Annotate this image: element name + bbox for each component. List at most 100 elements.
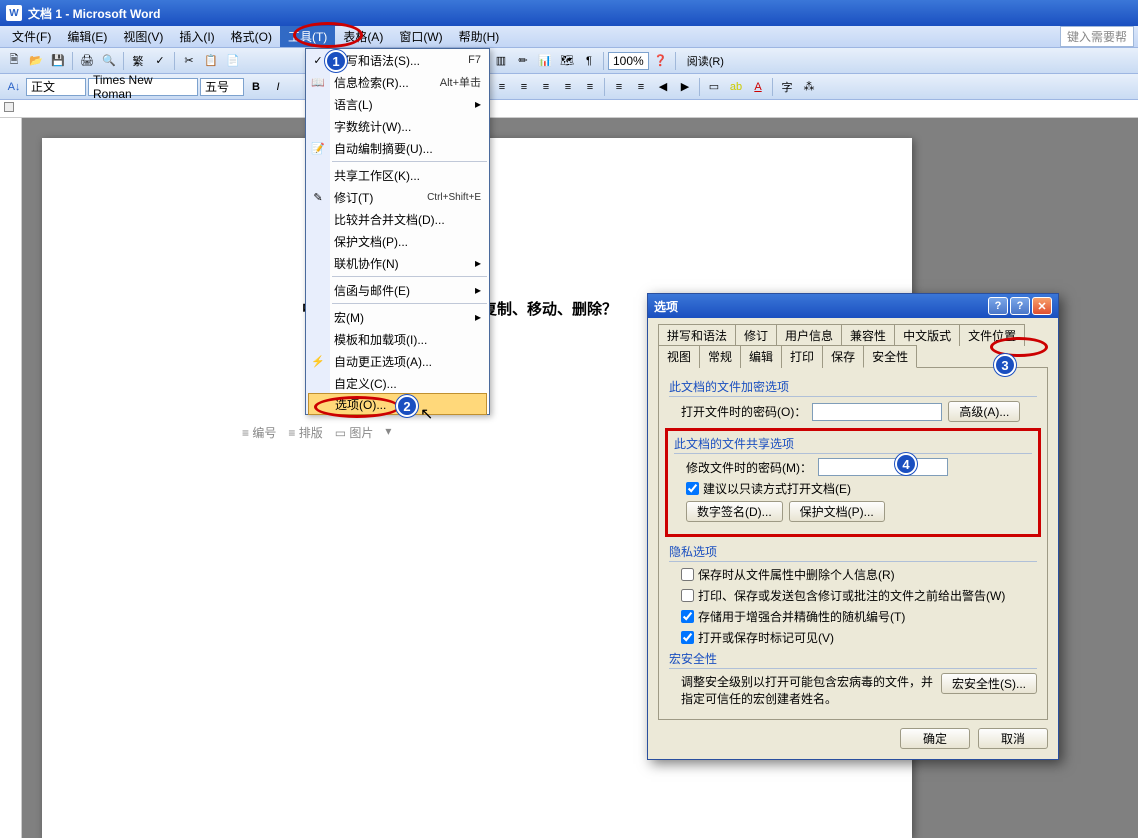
priv-random-checkbox[interactable]: 存储用于增强合并精确性的随机编号(T) [681,608,905,625]
menu-insert[interactable]: 插入(I) [171,26,222,47]
viewbar-picture[interactable]: ▭ 图片 [335,424,374,441]
dd-wordcount[interactable]: 字数统计(W)... [306,115,489,137]
highlight-icon[interactable]: ab [726,77,746,97]
advanced-button[interactable]: 高级(A)... [948,401,1020,422]
menu-edit[interactable]: 编辑(E) [59,26,115,47]
help2-button-icon[interactable]: ? [1010,297,1030,315]
tab-fileloc[interactable]: 文件位置 [959,324,1025,346]
dialog-title-bar[interactable]: 选项 ? ? ✕ [648,294,1058,318]
help-button-icon[interactable]: ? [988,297,1008,315]
save-icon[interactable]: 💾 [48,51,68,71]
outdent-icon[interactable]: ◀ [653,77,673,97]
map-icon[interactable]: 🗺 [557,51,577,71]
priv-visible-checkbox[interactable]: 打开或保存时标记可见(V) [681,629,834,646]
dd-autocorrect[interactable]: ⚡自动更正选项(A)... [306,350,489,372]
dd-autosummarize[interactable]: 📝自动编制摘要(U)... [306,137,489,159]
tab-compat[interactable]: 兼容性 [841,324,895,346]
macro-security-button[interactable]: 宏安全性(S)... [941,673,1037,694]
print-icon[interactable]: 🖨 [77,51,97,71]
dd-letters-mail[interactable]: 信函与邮件(E)▸ [306,279,489,301]
dd-track-changes[interactable]: ✎修订(T)Ctrl+Shift+E [306,186,489,208]
menu-file[interactable]: 文件(F) [4,26,59,47]
menu-format[interactable]: 格式(O) [223,26,280,47]
tab-general[interactable]: 常规 [699,345,741,368]
viewbar-number[interactable]: ≡ 编号 [242,424,276,441]
priv-remove-info-checkbox[interactable]: 保存时从文件属性中删除个人信息(R) [681,566,895,583]
help-icon[interactable]: ❓ [651,51,671,71]
menu-help[interactable]: 帮助(H) [451,26,508,47]
dd-customize[interactable]: 自定义(C)... [306,372,489,394]
menu-view[interactable]: 视图(V) [115,26,171,47]
copy-icon[interactable]: 📋 [201,51,221,71]
paste-icon[interactable]: 📄 [223,51,243,71]
ok-button[interactable]: 确定 [900,728,970,749]
modify-password-label: 修改文件时的密码(M)： [686,459,812,476]
format-style-icon[interactable]: A↓ [4,77,24,97]
traditional-icon[interactable]: 繁 [128,51,148,71]
menu-window[interactable]: 窗口(W) [391,26,450,47]
dd-online-collab[interactable]: 联机协作(N)▸ [306,252,489,274]
modify-password-input[interactable] [818,458,948,476]
preview-icon[interactable]: 🔍 [99,51,119,71]
bullet-list-icon[interactable]: ≡ [631,77,651,97]
dd-compare[interactable]: 比较并合并文档(D)... [306,208,489,230]
new-icon[interactable]: 🗎 [4,51,24,71]
numbered-list-icon[interactable]: ≡ [609,77,629,97]
dd-templates[interactable]: 模板和加载项(I)... [306,328,489,350]
annotation-number-2: 2 [396,395,418,417]
align-right-icon[interactable]: ≡ [536,77,556,97]
zoom-combo[interactable]: 100% [608,52,649,70]
dd-language[interactable]: 语言(L)▸ [306,93,489,115]
tab-cjk[interactable]: 中文版式 [894,324,960,346]
distributed-icon[interactable]: ≡ [580,77,600,97]
font-combo[interactable]: Times New Roman [88,78,198,96]
readonly-checkbox[interactable]: 建议以只读方式打开文档(E) [686,480,851,497]
open-icon[interactable]: 📂 [26,51,46,71]
cut-icon[interactable]: ✂ [179,51,199,71]
viewbar-dropdown-icon[interactable]: ▾ [385,424,391,441]
tab-save[interactable]: 保存 [822,345,864,368]
help-search[interactable]: 键入需要帮 [1060,26,1134,47]
tab-edit[interactable]: 编辑 [740,345,782,368]
style-combo[interactable]: 正文 [26,78,86,96]
cancel-button[interactable]: 取消 [978,728,1048,749]
bold-icon[interactable]: B [246,77,266,97]
size-combo[interactable]: 五号 [200,78,244,96]
dd-macro[interactable]: 宏(M)▸ [306,306,489,328]
dd-research[interactable]: 📖信息检索(R)...Alt+单击 [306,71,489,93]
phonetic-icon[interactable]: ⁂ [799,77,819,97]
tab-userinfo[interactable]: 用户信息 [776,324,842,346]
tab-print[interactable]: 打印 [781,345,823,368]
italic-icon[interactable]: I [268,77,288,97]
digital-signature-button[interactable]: 数字签名(D)... [686,501,783,522]
menu-table[interactable]: 表格(A) [335,26,391,47]
dd-shared-workspace[interactable]: 共享工作区(K)... [306,164,489,186]
tab-security[interactable]: 安全性 [863,345,917,368]
read-button[interactable]: 阅读(R) [680,51,731,71]
separator [772,78,773,96]
para-icon[interactable]: ¶ [579,51,599,71]
columns-icon[interactable]: ▥ [491,51,511,71]
tab-view[interactable]: 视图 [658,345,700,368]
asian-layout-icon[interactable]: 字 [777,77,797,97]
border-icon[interactable]: ▭ [704,77,724,97]
indent-icon[interactable]: ▶ [675,77,695,97]
tab-track[interactable]: 修订 [735,324,777,346]
font-color-icon[interactable]: A [748,77,768,97]
menu-tools[interactable]: 工具(T) [280,26,335,47]
align-justify-icon[interactable]: ≡ [558,77,578,97]
protect-document-button[interactable]: 保护文档(P)... [789,501,885,522]
align-center-icon[interactable]: ≡ [514,77,534,97]
open-password-input[interactable] [812,403,942,421]
spell-icon[interactable]: ✓ [150,51,170,71]
drawing-icon[interactable]: ✏ [513,51,533,71]
tab-selector[interactable] [4,102,14,112]
viewbar-layout[interactable]: ≡ 排版 [288,424,322,441]
dd-protect[interactable]: 保护文档(P)... [306,230,489,252]
close-icon[interactable]: ✕ [1032,297,1052,315]
align-left-icon[interactable]: ≡ [492,77,512,97]
priv-warn-checkbox[interactable]: 打印、保存或发送包含修订或批注的文件之前给出警告(W) [681,587,1005,604]
arrow-right-icon: ▸ [475,97,481,111]
chart-icon[interactable]: 📊 [535,51,555,71]
tab-spelling[interactable]: 拼写和语法 [658,324,736,346]
